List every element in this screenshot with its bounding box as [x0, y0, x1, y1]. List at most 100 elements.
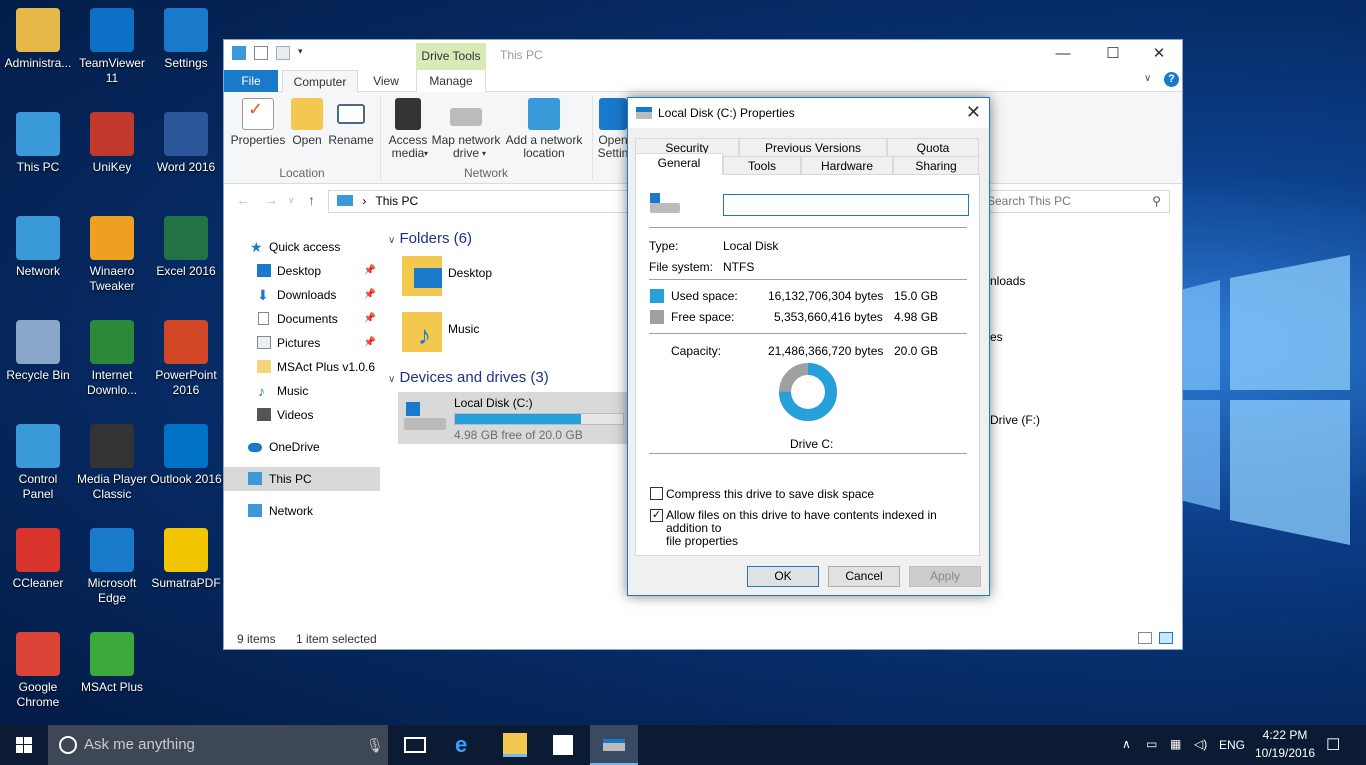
folder-tile-desktop[interactable]: Desktop — [392, 252, 612, 304]
tab-hardware[interactable]: Hardware — [801, 156, 893, 174]
new-folder-icon[interactable] — [276, 46, 290, 60]
tab-general[interactable]: General — [635, 153, 723, 175]
cancel-button[interactable]: Cancel — [828, 566, 900, 587]
forward-arrow-icon[interactable]: → — [264, 192, 278, 208]
taskbar-explorer-active[interactable] — [590, 725, 638, 765]
desktop-icon-unikey[interactable]: UniKey — [74, 112, 150, 175]
tab-tools[interactable]: Tools — [723, 156, 801, 174]
sidebar-item-documents[interactable]: Documents 📌 — [224, 307, 380, 331]
desktop-icon-user-folder[interactable]: Administra... — [0, 8, 76, 71]
microphone-icon[interactable]: 🎙 — [366, 725, 384, 765]
desktop-icon-gear[interactable]: Settings — [148, 8, 224, 71]
tab-file[interactable]: File — [224, 70, 278, 92]
desktop-icon-powerpoint[interactable]: PowerPoint 2016 — [148, 320, 224, 398]
sidebar-item-msact[interactable]: MSAct Plus v1.0.6 — [224, 355, 380, 379]
properties-button[interactable]: ✓ Properties — [230, 98, 286, 147]
folder-tile-music[interactable]: ♪ Music — [392, 308, 612, 360]
desktop-icon-computer[interactable]: This PC — [0, 112, 76, 175]
volume-icon[interactable]: ◁) — [1194, 737, 1207, 751]
add-network-location-button[interactable]: Add a network location — [502, 98, 586, 160]
task-view-icon[interactable] — [404, 737, 426, 753]
pin-icon[interactable]: 📌 — [364, 259, 376, 283]
desktop-icon-network[interactable]: Network — [0, 216, 76, 279]
open-settings-button[interactable]: Open Settin — [596, 98, 630, 160]
desktop-icon-control-panel[interactable]: Control Panel — [0, 424, 76, 502]
desktop-icon-key[interactable]: MSAct Plus — [74, 632, 150, 695]
desktop-icon-word[interactable]: Word 2016 — [148, 112, 224, 175]
desktop-icon-chrome[interactable]: Google Chrome — [0, 632, 76, 710]
sidebar-item-quick-access[interactable]: ★ Quick access — [224, 235, 380, 259]
group-header-folders[interactable]: ∨ Folders (6) — [388, 230, 472, 247]
chevron-up-icon[interactable]: ∨ — [1144, 73, 1151, 84]
help-icon[interactable]: ? — [1164, 72, 1179, 87]
sidebar-item-music[interactable]: ♪ Music — [224, 379, 380, 403]
pin-icon[interactable]: 📌 — [364, 283, 376, 307]
minimize-button[interactable]: — — [1040, 40, 1086, 70]
desktop-icon-ccleaner[interactable]: CCleaner — [0, 528, 76, 591]
back-arrow-icon[interactable]: ← — [236, 192, 250, 208]
close-button[interactable]: ✕ — [966, 102, 981, 123]
show-hidden-icons[interactable]: ∧ — [1122, 737, 1131, 751]
chevron-down-icon[interactable]: ∨ — [288, 195, 295, 206]
drive-tile-f-partial[interactable]: Drive (F:) — [990, 413, 1040, 427]
sidebar-item-onedrive[interactable]: OneDrive — [224, 435, 380, 459]
ok-button[interactable]: OK — [747, 566, 819, 587]
battery-icon[interactable]: ▭ — [1146, 737, 1157, 751]
language-indicator[interactable]: ENG — [1219, 738, 1245, 752]
cortana-search-input[interactable]: Ask me anything 🎙 — [48, 725, 388, 765]
rename-button[interactable]: Rename — [328, 98, 374, 147]
drive-name-input[interactable] — [723, 194, 969, 216]
address-bar[interactable]: › This PC — [328, 190, 628, 213]
drive-tile-c[interactable]: Local Disk (C:) 4.98 GB free of 20.0 GB — [398, 392, 628, 444]
folder-tile-pictures-partial[interactable]: es — [990, 330, 1003, 344]
apply-button[interactable]: Apply — [909, 566, 981, 587]
desktop-icon-media-player[interactable]: Media Player Classic — [74, 424, 150, 502]
index-checkbox[interactable]: ✓ — [650, 509, 663, 522]
desktop-icon-winaero[interactable]: Winaero Tweaker — [74, 216, 150, 294]
search-input[interactable]: Search This PC ⚲ — [980, 190, 1170, 213]
sidebar-item-network[interactable]: Network — [224, 499, 380, 523]
pin-icon[interactable]: 📌 — [364, 307, 376, 331]
folder-tile-downloads-partial[interactable]: nloads — [990, 274, 1025, 288]
access-media-button[interactable]: Access media ▾ — [384, 98, 432, 160]
tab-quota[interactable]: Quota — [887, 138, 979, 156]
details-view-icon[interactable] — [1138, 632, 1152, 644]
up-arrow-icon[interactable]: ↑ — [308, 192, 315, 208]
tab-view[interactable]: View — [364, 70, 408, 92]
open-button[interactable]: Open — [286, 98, 328, 147]
pin-icon[interactable]: 📌 — [364, 331, 376, 355]
desktop-icon-pdf[interactable]: SumatraPDF — [148, 528, 224, 591]
map-network-drive-button[interactable]: Map network drive ▾ — [430, 98, 502, 160]
clock-time[interactable]: 4:22 PM — [1260, 728, 1310, 742]
clock-date[interactable]: 10/19/2016 — [1254, 746, 1316, 760]
desktop-icon-outlook[interactable]: Outlook 2016 — [148, 424, 224, 487]
desktop-icon-teamviewer[interactable]: TeamViewer 11 — [74, 8, 150, 86]
chevron-down-icon[interactable]: ▾ — [298, 46, 306, 60]
tiles-view-icon[interactable] — [1159, 632, 1173, 644]
edge-icon[interactable]: e — [455, 733, 479, 757]
compress-checkbox[interactable] — [650, 487, 663, 500]
store-icon[interactable] — [553, 735, 573, 755]
close-button[interactable]: ✕ — [1136, 40, 1182, 70]
computer-icon[interactable] — [232, 46, 246, 60]
file-explorer-icon[interactable] — [503, 733, 527, 757]
desktop-icon-recycle-bin[interactable]: Recycle Bin — [0, 320, 76, 383]
sidebar-item-desktop[interactable]: Desktop 📌 — [224, 259, 380, 283]
properties-icon[interactable] — [254, 46, 268, 60]
action-center-icon[interactable]: ☐ — [1326, 735, 1340, 755]
tab-previous-versions[interactable]: Previous Versions — [739, 138, 887, 156]
group-header-devices[interactable]: ∨ Devices and drives (3) — [388, 369, 549, 386]
tab-computer[interactable]: Computer — [282, 70, 358, 93]
sidebar-item-downloads[interactable]: ⬇ Downloads 📌 — [224, 283, 380, 307]
start-button[interactable] — [0, 725, 48, 765]
sidebar-item-this-pc[interactable]: This PC — [224, 467, 380, 491]
sidebar-item-pictures[interactable]: Pictures 📌 — [224, 331, 380, 355]
desktop-icon-excel[interactable]: Excel 2016 — [148, 216, 224, 279]
sidebar-item-videos[interactable]: Videos — [224, 403, 380, 427]
maximize-button[interactable]: ☐ — [1090, 40, 1136, 70]
tab-sharing[interactable]: Sharing — [893, 156, 979, 174]
network-status-icon[interactable]: ▦ — [1170, 737, 1181, 751]
tab-manage[interactable]: Manage — [416, 70, 486, 92]
desktop-icon-edge[interactable]: Microsoft Edge — [74, 528, 150, 606]
desktop-icon-idm[interactable]: Internet Downlo... — [74, 320, 150, 398]
